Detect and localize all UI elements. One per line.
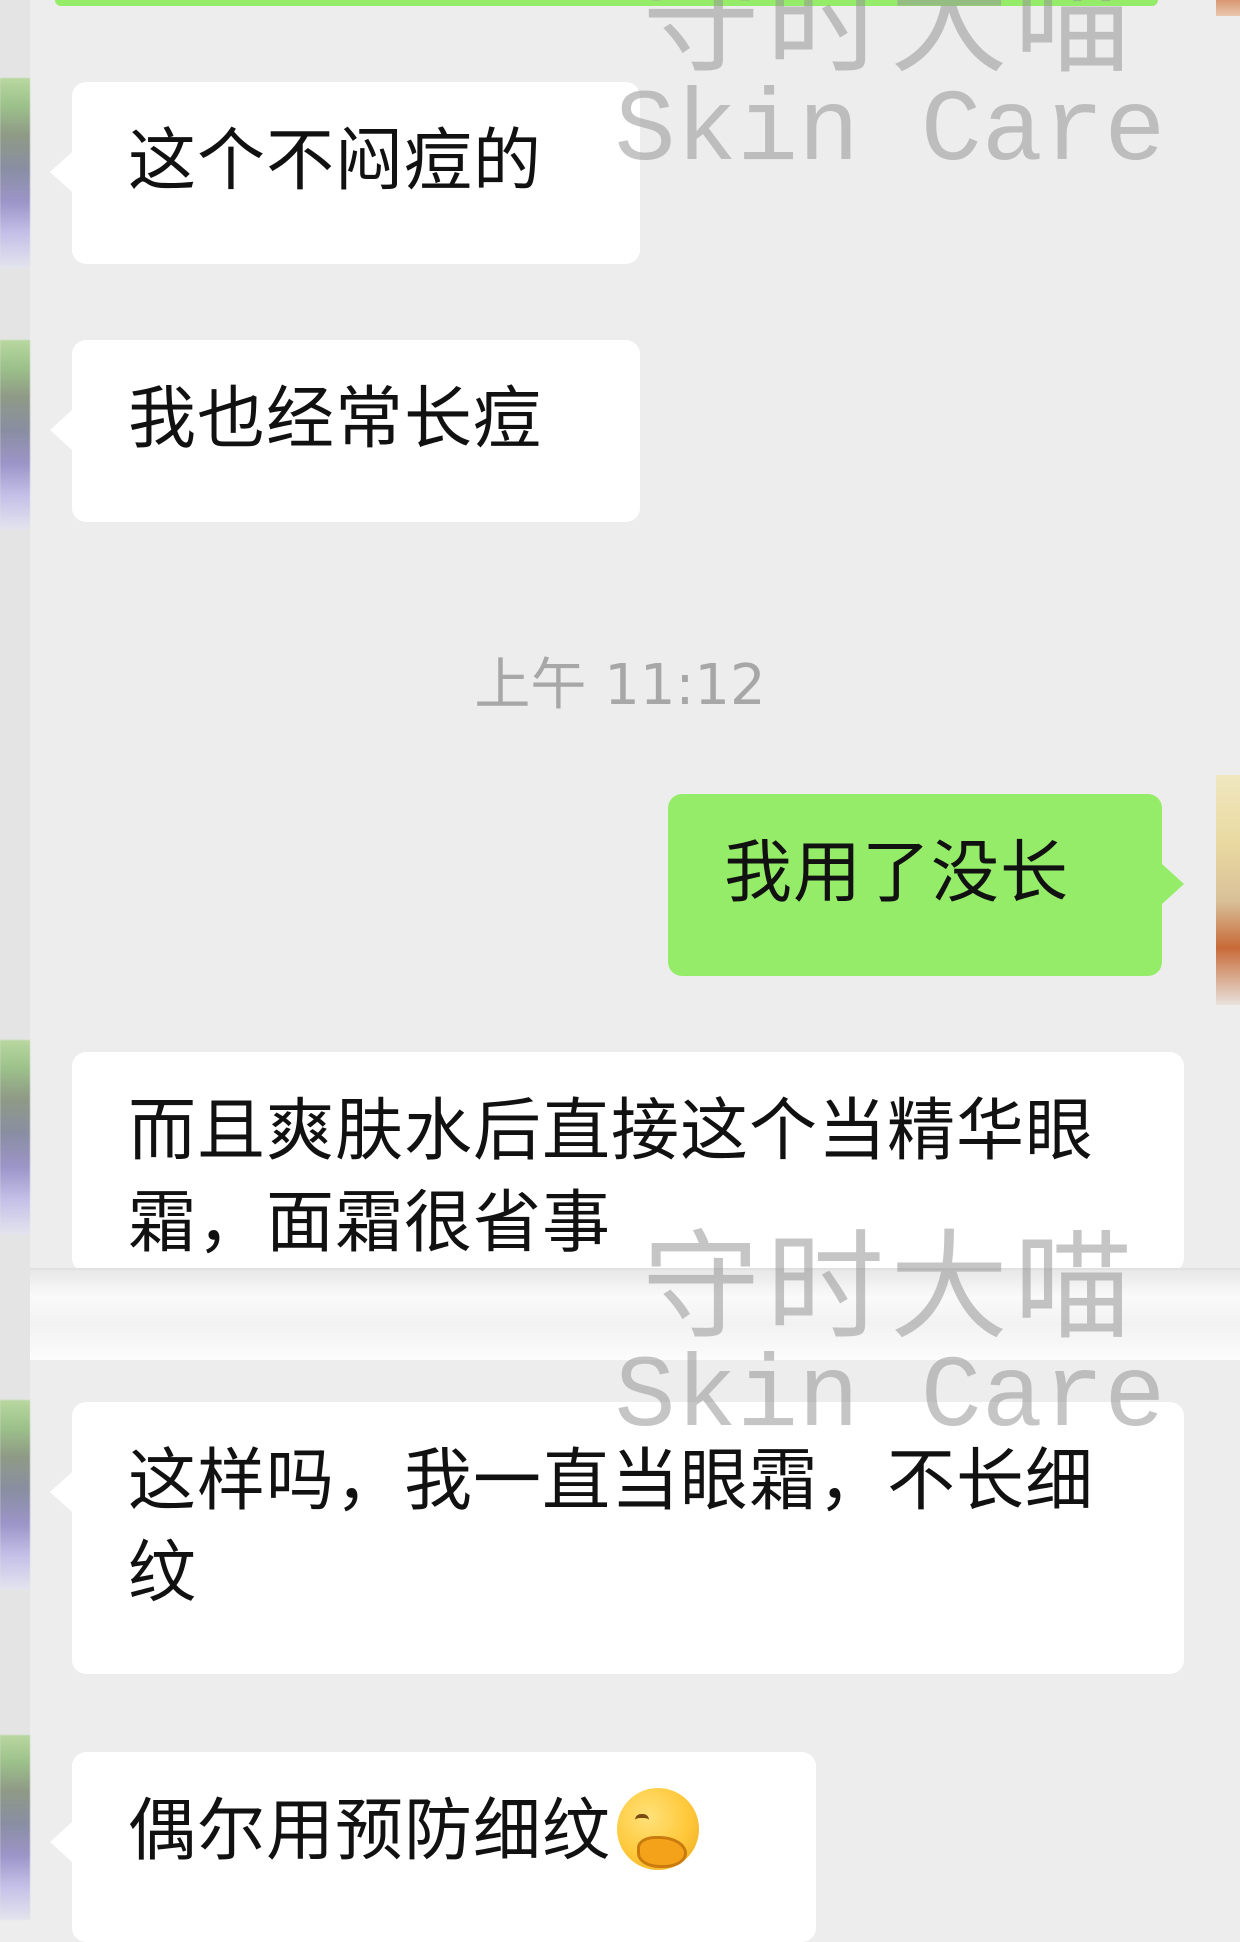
incoming-message-bubble[interactable]: 我也经常长痘 [50, 340, 640, 522]
message-text: 偶尔用预防细纹 [128, 1792, 612, 1871]
watermark-title: 守时大喵 [641, 0, 1138, 90]
previous-outgoing-bubble-edge[interactable] [55, 0, 1158, 6]
message-timestamp: 上午 11:12 [474, 653, 766, 718]
my-avatar[interactable] [1216, 775, 1240, 1005]
message-text: 而且爽肤水后直接这个当精华眼霜，面霜很省事 [128, 1092, 1095, 1263]
contact-avatar[interactable] [0, 340, 30, 530]
message-text: 我也经常长痘 [128, 380, 543, 459]
incoming-message-bubble[interactable]: 这样吗，我一直当眼霜，不长细纹 [50, 1402, 1184, 1674]
watermark: 守时大喵 Skin Care [610, 0, 1170, 184]
message-text: 我用了没长 [724, 834, 1070, 913]
message-text: 这个不闷痘的 [128, 122, 543, 201]
contact-avatar[interactable] [0, 78, 30, 268]
incoming-message-bubble[interactable]: 偶尔用预防细纹 [50, 1752, 816, 1942]
thinking-laugh-emoji-icon [617, 1788, 700, 1871]
message-text: 这样吗，我一直当眼霜，不长细纹 [128, 1442, 1095, 1613]
my-avatar-partial[interactable] [1216, 0, 1240, 16]
contact-avatar[interactable] [0, 1040, 30, 1235]
incoming-message-bubble[interactable]: 而且爽肤水后直接这个当精华眼霜，面霜很省事 [72, 1052, 1184, 1272]
outgoing-message-bubble[interactable]: 我用了没长 [668, 794, 1184, 976]
watermark-subtitle: Skin Care [614, 74, 1166, 190]
incoming-message-bubble[interactable]: 这个不闷痘的 [50, 82, 640, 264]
left-gutter [0, 0, 30, 1920]
contact-avatar[interactable] [0, 1400, 30, 1590]
contact-avatar[interactable] [0, 1735, 30, 1920]
screenshot-seam [30, 1268, 1240, 1360]
